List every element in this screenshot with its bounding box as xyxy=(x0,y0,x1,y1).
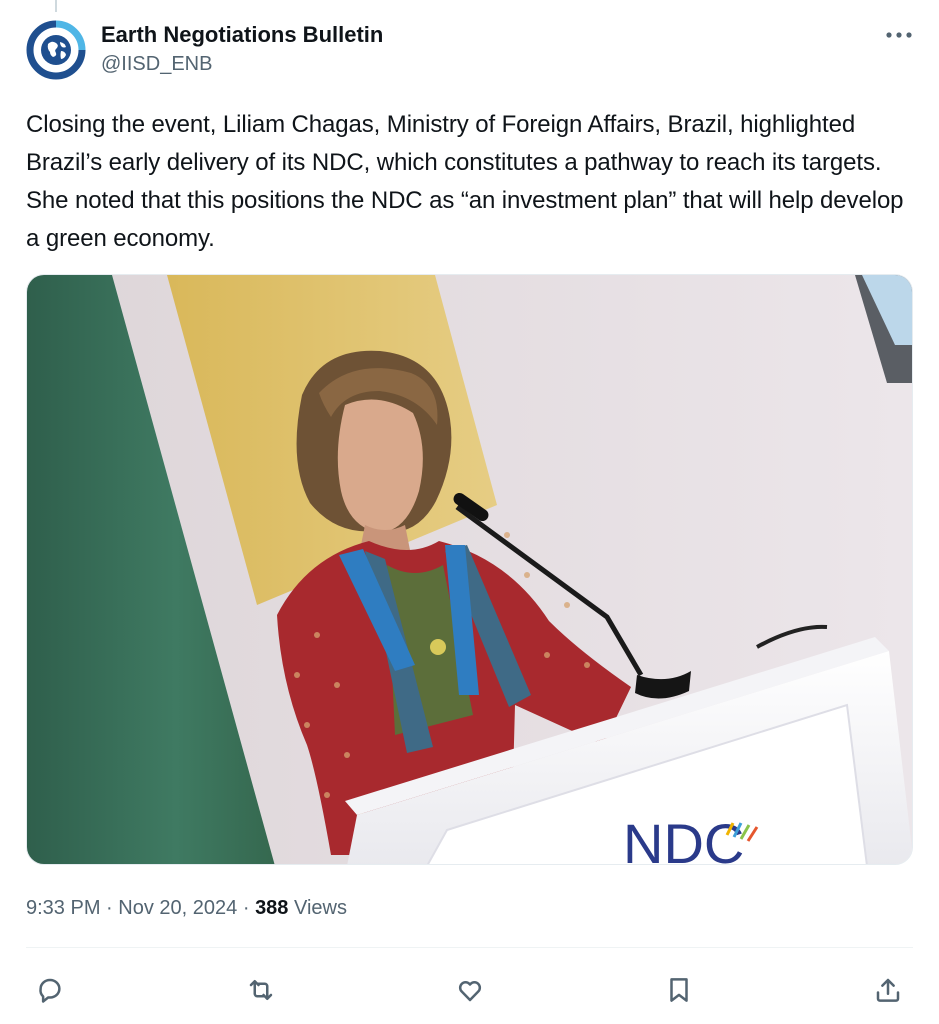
tweet-date[interactable]: Nov 20, 2024 xyxy=(118,897,237,919)
tweet-photo[interactable]: NDC xyxy=(26,274,913,865)
speaker-at-podium-photo: NDC xyxy=(27,275,912,865)
tweet-text: Closing the event, Liliam Chagas, Minist… xyxy=(26,111,904,252)
like-button[interactable] xyxy=(448,968,492,1012)
divider xyxy=(26,947,913,948)
repost-arrows-icon xyxy=(249,980,273,1000)
share-button[interactable] xyxy=(866,968,910,1012)
display-name[interactable]: Earth Negotiations Bulletin xyxy=(101,21,383,49)
podium-ndc-text: NDC xyxy=(623,812,744,865)
action-bar xyxy=(26,962,913,1012)
heart-icon xyxy=(458,981,482,1002)
handle[interactable]: @IISD_ENB xyxy=(101,51,383,77)
bookmark-button[interactable] xyxy=(657,968,701,1012)
reply-button[interactable] xyxy=(28,968,72,1012)
views-count[interactable]: 388 xyxy=(255,897,288,919)
author-names: Earth Negotiations Bulletin @IISD_ENB xyxy=(101,21,383,77)
separator-dot: · xyxy=(242,897,250,919)
thread-connector-line xyxy=(55,0,57,12)
share-upload-icon xyxy=(876,978,900,1002)
more-options-button[interactable] xyxy=(882,22,916,48)
separator-dot: · xyxy=(106,897,113,919)
tweet-header: Earth Negotiations Bulletin @IISD_ENB xyxy=(26,18,916,82)
bookmark-icon xyxy=(670,978,688,1002)
views-label[interactable]: Views xyxy=(294,897,347,919)
tweet-metadata: 9:33 PM · Nov 20, 2024 · 388 Views xyxy=(26,895,347,921)
avatar[interactable] xyxy=(26,20,86,80)
repost-button[interactable] xyxy=(239,968,283,1012)
enb-logo-icon xyxy=(26,20,86,80)
speech-bubble-icon xyxy=(39,978,61,1003)
tweet-time[interactable]: 9:33 PM xyxy=(26,897,100,919)
more-dots-icon xyxy=(886,32,912,38)
